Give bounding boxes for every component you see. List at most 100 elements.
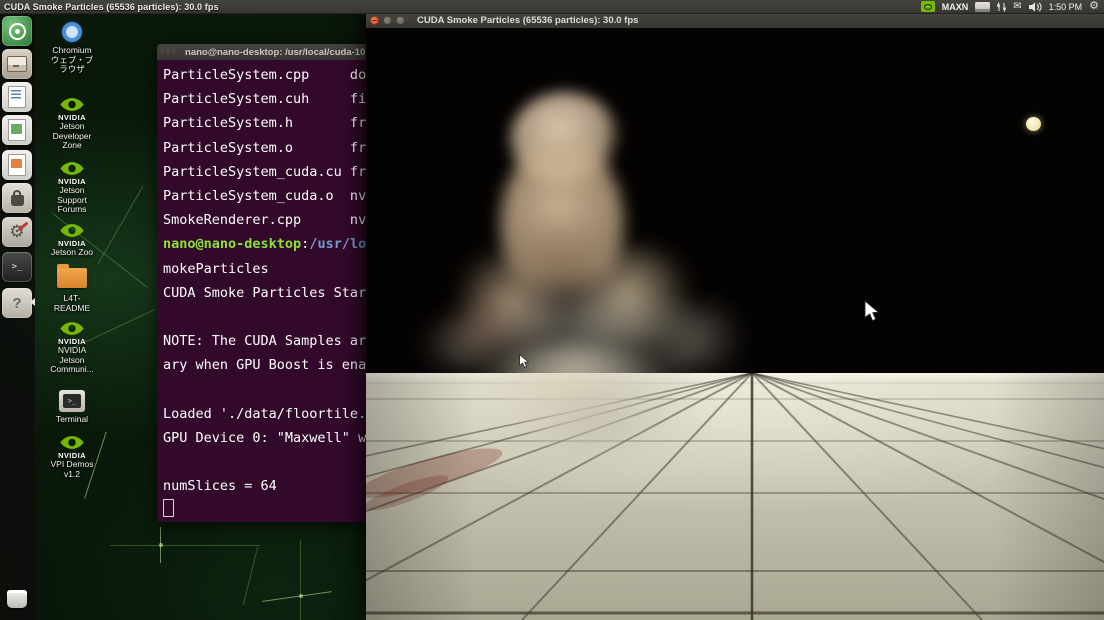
light-source-sphere: [1026, 117, 1041, 131]
terminal-maximize-button[interactable]: [173, 48, 175, 57]
launcher-item-trash[interactable]: [2, 584, 32, 614]
launcher-item-impress[interactable]: [2, 150, 32, 180]
session-gear-icon[interactable]: ⚙: [1089, 1, 1099, 12]
ubuntu-logo-icon: [9, 23, 26, 40]
desktop-icon-label: Forums: [42, 205, 102, 215]
cuda-smoke-window: CUDA Smoke Particles (65536 particles): …: [366, 13, 1104, 620]
launcher-item-settings[interactable]: ⚙: [2, 217, 32, 247]
desktop-icon-label: Communi...: [42, 365, 102, 375]
desktop-icon-label: Jetson Zoo: [42, 248, 102, 258]
mouse-cursor: [864, 300, 881, 328]
terminal-line: CUDA Smoke Particles Start: [163, 281, 368, 305]
terminal-line: ParticleSystem.h fr: [163, 111, 368, 135]
prompt-path: /usr/loc: [309, 236, 368, 252]
terminal-output[interactable]: ParticleSystem.cpp do ParticleSystem.cuh…: [157, 60, 368, 522]
trash-icon: [7, 590, 27, 608]
terminal-line: ParticleSystem.cpp do: [163, 63, 368, 87]
nvidia-eye-icon: [59, 160, 85, 177]
cuda-window-titlebar[interactable]: CUDA Smoke Particles (65536 particles): …: [366, 13, 1104, 29]
circuit-trace: [262, 591, 331, 602]
keyboard-indicator-icon[interactable]: [975, 2, 990, 12]
folder-icon: [57, 268, 87, 288]
prompt-user-host: nano@nano-desktop: [163, 236, 301, 252]
terminal-line: [163, 450, 368, 474]
desktop-icon-jetson-developer-zone[interactable]: NVIDIA Jetson Developer Zone: [42, 96, 102, 151]
terminal-line: GPU Device 0: "Maxwell" wi: [163, 426, 368, 450]
clock[interactable]: 1:50 PM: [1049, 2, 1083, 12]
focused-app-arrow-indicator: [30, 298, 35, 306]
circuit-node: [299, 594, 303, 598]
focused-app-title: CUDA Smoke Particles (65536 particles): …: [4, 2, 219, 12]
desktop-icon-label: v1.2: [42, 470, 102, 480]
desktop-icon-vpi-demos[interactable]: NVIDIA VPI Demos v1.2: [42, 434, 102, 479]
desktop-icon-terminal[interactable]: >_ Terminal: [42, 390, 102, 425]
launcher-item-dash[interactable]: [2, 16, 32, 46]
launcher-item-files[interactable]: [2, 49, 32, 79]
terminal-line: Loaded './data/floortile.p: [163, 402, 368, 426]
terminal-close-button[interactable]: [161, 48, 163, 57]
network-arrows-icon[interactable]: [997, 2, 1006, 12]
file-cabinet-icon: [7, 56, 27, 72]
desktop-icon-label: ラウザ: [42, 65, 102, 75]
desktop-icon-jetson-support-forums[interactable]: NVIDIA Jetson Support Forums: [42, 160, 102, 215]
unity-launcher: ⚙ >_ ?: [0, 13, 35, 620]
launcher-item-writer[interactable]: [2, 82, 32, 112]
terminal-prompt-line: nano@nano-desktop:/usr/loc: [163, 232, 368, 256]
terminal-line: ParticleSystem.cuh fi: [163, 87, 368, 111]
terminal-line: numSlices = 64: [163, 474, 368, 498]
desktop-icon-label: Terminal: [42, 415, 102, 425]
terminal-line: SmokeRenderer.cpp nv: [163, 208, 368, 232]
circuit-trace: [300, 540, 301, 620]
cuda-maximize-button[interactable]: [396, 16, 405, 25]
terminal-prompt-icon: >_: [12, 262, 23, 272]
question-mark-icon: ?: [12, 295, 21, 312]
terminal-icon: >_: [59, 390, 85, 412]
launcher-item-terminal[interactable]: >_: [2, 252, 32, 282]
launcher-item-calc[interactable]: [2, 115, 32, 145]
nvidia-eye-icon: [59, 434, 85, 451]
cuda-minimize-button[interactable]: [383, 16, 392, 25]
impress-presentation-icon: [8, 154, 26, 176]
nvidia-tray-icon[interactable]: [921, 1, 935, 12]
circuit-trace: [110, 545, 260, 546]
calc-spreadsheet-icon: [8, 119, 26, 141]
top-panel: CUDA Smoke Particles (65536 particles): …: [0, 0, 1104, 14]
terminal-line: [163, 377, 368, 401]
launcher-item-software[interactable]: [2, 183, 32, 213]
chromium-icon: [62, 22, 82, 42]
desktop-icon-chromium[interactable]: Chromium ウェブ・ブ ラウザ: [42, 22, 102, 75]
desktop-icon-label: README: [42, 304, 102, 314]
nvidia-eye-icon: [59, 96, 85, 113]
secondary-cursor: [519, 354, 530, 374]
terminal-line: ary when GPU Boost is enab: [163, 353, 368, 377]
desktop-icon-jetson-zoo[interactable]: NVIDIA Jetson Zoo: [42, 222, 102, 258]
desktop-icon-label: Zone: [42, 141, 102, 151]
circuit-trace: [98, 186, 144, 264]
power-mode-indicator[interactable]: MAXN: [942, 2, 969, 12]
terminal-line: ParticleSystem_cuda.o nv: [163, 184, 368, 208]
launcher-item-unknown-app[interactable]: ?: [2, 288, 32, 318]
desktop-icon-l4t-readme[interactable]: L4T- README: [42, 268, 102, 313]
terminal-cursor: [163, 499, 174, 517]
terminal-window: nano@nano-desktop: /usr/local/cuda-10. P…: [157, 44, 368, 522]
terminal-line: [163, 305, 368, 329]
terminal-line: mokeParticles: [163, 257, 368, 281]
software-bag-icon: [11, 195, 24, 206]
cuda-render-viewport[interactable]: [366, 28, 1104, 620]
terminal-window-title: nano@nano-desktop: /usr/local/cuda-10.: [185, 47, 368, 58]
terminal-line: ParticleSystem_cuda.cu fr: [163, 160, 368, 184]
terminal-cursor-line: [163, 498, 368, 522]
cuda-window-title: CUDA Smoke Particles (65536 particles): …: [417, 15, 638, 26]
cuda-close-button[interactable]: [370, 16, 379, 25]
writer-document-icon: [8, 86, 26, 108]
nvidia-eye-icon: [59, 320, 85, 337]
messages-envelope-icon[interactable]: ✉: [1013, 2, 1021, 12]
nvidia-eye-icon: [59, 222, 85, 239]
terminal-minimize-button[interactable]: [167, 48, 169, 57]
terminal-titlebar[interactable]: nano@nano-desktop: /usr/local/cuda-10.: [157, 44, 368, 61]
desktop-icon-nvidia-jetson-community[interactable]: NVIDIA NVIDIA Jetson Communi...: [42, 320, 102, 375]
terminal-line: NOTE: The CUDA Samples are: [163, 329, 368, 353]
circuit-trace: [243, 547, 258, 605]
smoke-ground-haze: [450, 382, 750, 442]
volume-speaker-icon[interactable]: [1029, 2, 1042, 12]
